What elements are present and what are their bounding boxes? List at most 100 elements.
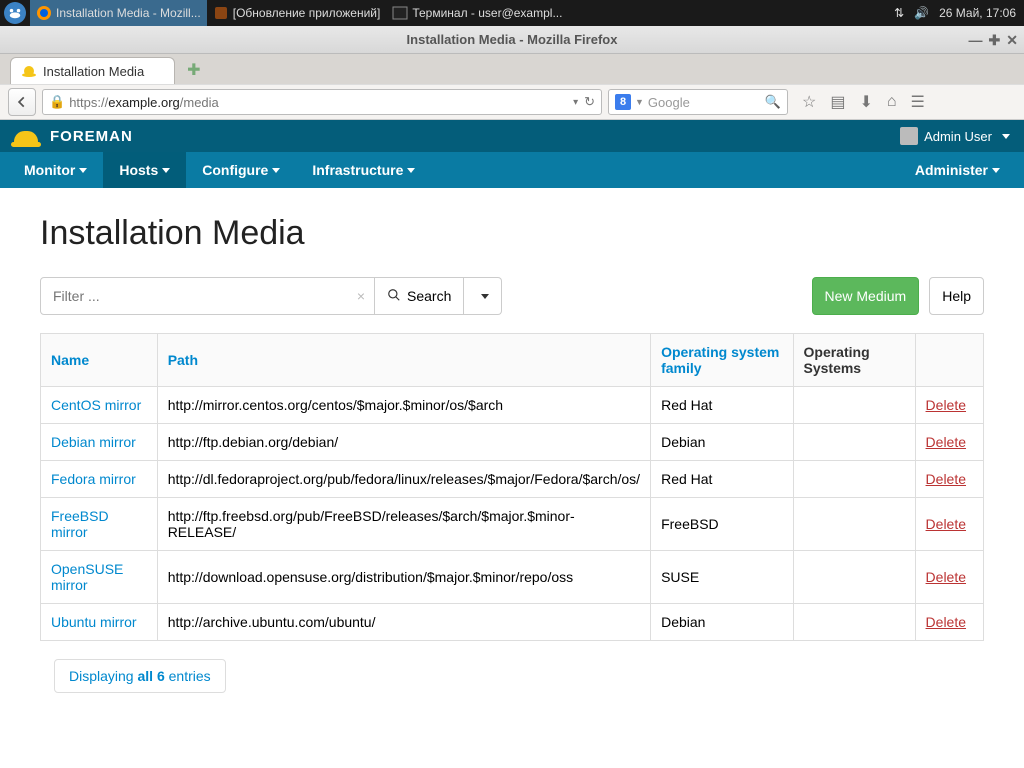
clock[interactable]: 26 Май, 17:06 <box>939 6 1016 20</box>
new-tab-button[interactable]: ✚ <box>181 56 206 84</box>
path-cell: http://mirror.centos.org/centos/$major.$… <box>157 387 650 424</box>
delete-link[interactable]: Delete <box>926 471 966 487</box>
network-icon[interactable]: ⇅ <box>894 6 904 20</box>
table-row: Fedora mirrorhttp://dl.fedoraproject.org… <box>41 461 984 498</box>
family-cell: Debian <box>651 424 793 461</box>
back-button[interactable] <box>8 88 36 116</box>
menu-icon[interactable]: ☰ <box>911 92 925 112</box>
search-dropdown-button[interactable] <box>464 277 502 315</box>
terminal-icon <box>392 5 408 21</box>
path-cell: http://ftp.freebsd.org/pub/FreeBSD/relea… <box>157 498 650 551</box>
table-row: FreeBSD mirror http://ftp.freebsd.org/pub… <box>41 498 984 551</box>
page-title: Installation Media <box>40 214 984 253</box>
family-cell: FreeBSD <box>651 498 793 551</box>
medium-link[interactable]: FreeBSD mirror <box>51 508 109 540</box>
medium-link[interactable]: OpenSUSE mirror <box>51 561 123 593</box>
nav-administer[interactable]: Administer <box>899 152 1016 188</box>
window-close-button[interactable]: ✕ <box>1006 33 1018 47</box>
os-cell <box>793 424 915 461</box>
url-bar[interactable]: 🔒 https://example.org/media ▾ ↻ <box>42 89 602 115</box>
os-cell <box>793 461 915 498</box>
xfce-menu-icon[interactable] <box>4 2 26 24</box>
google-icon: 8 <box>615 94 631 110</box>
taskbar-label: Installation Media - Mozill... <box>56 6 201 20</box>
os-cell <box>793 387 915 424</box>
taskbar-item[interactable]: Терминал - user@exampl... <box>386 0 568 26</box>
col-actions <box>915 334 983 387</box>
taskbar-item[interactable]: [Обновление приложений] <box>207 0 387 26</box>
family-cell: Debian <box>651 604 793 641</box>
media-table: Name Path Operating system family Operat… <box>40 333 984 641</box>
url-host: example.org <box>108 95 180 110</box>
medium-link[interactable]: Debian mirror <box>51 434 136 450</box>
clear-filter-icon[interactable]: × <box>357 288 365 304</box>
desktop-panel: Installation Media - Mozill... [Обновлени… <box>0 0 1024 26</box>
path-cell: http://ftp.debian.org/debian/ <box>157 424 650 461</box>
family-cell: SUSE <box>651 551 793 604</box>
col-path[interactable]: Path <box>168 352 198 368</box>
search-icon[interactable]: 🔍 <box>765 94 781 110</box>
search-engine-box[interactable]: 8 ▼ Google 🔍 <box>608 89 788 115</box>
user-menu[interactable]: Admin User <box>900 127 1010 145</box>
toolbar: × Search New Medium Help <box>40 277 984 315</box>
delete-link[interactable]: Delete <box>926 397 966 413</box>
chevron-down-icon <box>481 294 489 299</box>
bookmark-star-icon[interactable]: ☆ <box>802 92 816 112</box>
col-name[interactable]: Name <box>51 352 89 368</box>
reader-icon[interactable]: ▤ <box>830 92 845 112</box>
search-placeholder: Google <box>648 95 690 110</box>
window-minimize-button[interactable]: — <box>969 33 983 47</box>
chevron-down-icon: ▼ <box>635 97 644 107</box>
filter-input[interactable] <box>40 277 375 315</box>
nav-monitor[interactable]: Monitor <box>8 152 103 188</box>
home-icon[interactable]: ⌂ <box>887 93 897 111</box>
family-cell: Red Hat <box>651 461 793 498</box>
updater-icon <box>213 5 229 21</box>
path-cell: http://archive.ubuntu.com/ubuntu/ <box>157 604 650 641</box>
window-title-text: Installation Media - Mozilla Firefox <box>407 32 618 47</box>
col-os-family[interactable]: Operating system family <box>661 344 779 376</box>
window-maximize-button[interactable]: ✚ <box>989 33 1001 47</box>
page-content: Installation Media × Search New Medium H… <box>0 188 1024 713</box>
download-icon[interactable]: ⬇ <box>859 92 872 112</box>
app-header: FOREMAN Admin User <box>0 120 1024 152</box>
firefox-icon <box>36 5 52 21</box>
os-cell <box>793 551 915 604</box>
medium-link[interactable]: Fedora mirror <box>51 471 136 487</box>
medium-link[interactable]: CentOS mirror <box>51 397 141 413</box>
user-name: Admin User <box>924 129 992 144</box>
taskbar-item[interactable]: Installation Media - Mozill... <box>30 0 207 26</box>
os-cell <box>793 498 915 551</box>
delete-link[interactable]: Delete <box>926 516 966 532</box>
url-scheme: https:// <box>69 95 108 110</box>
browser-toolbar: 🔒 https://example.org/media ▾ ↻ 8 ▼ Goog… <box>0 84 1024 120</box>
browser-tab[interactable]: Installation Media <box>10 57 175 84</box>
new-medium-button[interactable]: New Medium <box>812 277 920 315</box>
reload-icon[interactable]: ↻ <box>584 94 595 110</box>
path-cell: http://download.opensuse.org/distributio… <box>157 551 650 604</box>
delete-link[interactable]: Delete <box>926 569 966 585</box>
foreman-favicon-icon <box>21 63 37 79</box>
delete-link[interactable]: Delete <box>926 614 966 630</box>
search-icon <box>387 288 401 305</box>
volume-icon[interactable]: 🔊 <box>914 6 929 20</box>
brand-text: FOREMAN <box>50 128 133 145</box>
medium-link[interactable]: Ubuntu mirror <box>51 614 137 630</box>
nav-hosts[interactable]: Hosts <box>103 152 186 188</box>
tab-title: Installation Media <box>43 64 144 79</box>
taskbar-label: [Обновление приложений] <box>233 6 381 20</box>
table-row: CentOS mirror http://mirror.centos.org/ce… <box>41 387 984 424</box>
window-titlebar: Installation Media - Mozilla Firefox — ✚… <box>0 26 1024 54</box>
search-button[interactable]: Search <box>375 277 464 315</box>
table-row: Debian mirror http://ftp.debian.org/debia… <box>41 424 984 461</box>
dropdown-history-icon[interactable]: ▾ <box>573 97 578 108</box>
delete-link[interactable]: Delete <box>926 434 966 450</box>
taskbar-label: Терминал - user@exampl... <box>412 6 562 20</box>
avatar-icon <box>900 127 918 145</box>
os-cell <box>793 604 915 641</box>
table-row: OpenSUSE mirror http://download.opensuse.… <box>41 551 984 604</box>
help-button[interactable]: Help <box>929 277 984 315</box>
nav-infrastructure[interactable]: Infrastructure <box>296 152 431 188</box>
table-row: Ubuntu mirror http://archive.ubuntu.com/u… <box>41 604 984 641</box>
nav-configure[interactable]: Configure <box>186 152 296 188</box>
